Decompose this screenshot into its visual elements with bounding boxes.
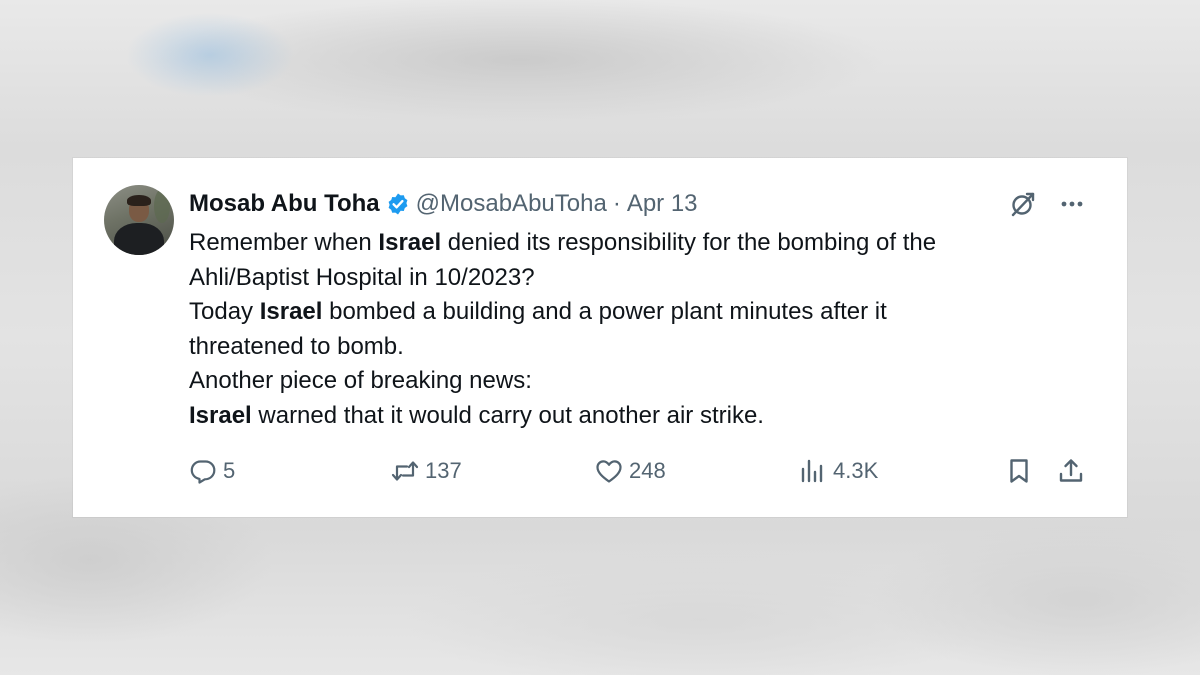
like-button[interactable]: 248 [595,454,666,488]
views-count: 4.3K [833,458,879,483]
repost-button[interactable]: 137 [391,454,462,488]
tweet-text-bold: Israel [378,229,442,256]
repost-count: 137 [425,458,462,483]
avatar-hair [127,195,151,206]
tweet-text-line: Another piece of breaking news: [189,364,1069,399]
tweet-text-bold: Israel [259,298,323,326]
tweet-card: Mosab Abu Toha @MosabAbuToha · Apr 13 Re… [73,158,1127,517]
tweet-text-segment: bombed a building and a power plant minu… [322,298,887,326]
views-icon [801,459,823,483]
tweet-header: Mosab Abu Toha @MosabAbuToha · Apr 13 [189,188,698,220]
tweet-text-bold: Israel [189,401,252,429]
tweet-date[interactable]: Apr 13 [627,188,698,220]
bookmark-icon[interactable] [1005,457,1033,485]
tweet-text-line: threatened to bomb. [189,330,1069,365]
heart-icon [596,460,622,483]
author-name[interactable]: Mosab Abu Toha [189,188,380,220]
tweet-text-segment: Today [189,298,260,326]
tweet-text: Remember when Israel denied its responsi… [189,226,1069,434]
reply-button[interactable]: 5 [189,454,235,488]
tweet-text-segment: Remember when [189,229,379,256]
views-button[interactable]: 4.3K [799,454,878,488]
author-handle[interactable]: @MosabAbuToha [416,188,607,220]
grok-icon[interactable] [1009,190,1037,218]
tweet-text-segment: denied its responsibility for the bombin… [441,229,937,256]
tweet-text-segment: Ahli/Baptist Hospital in 10/2023? [189,263,535,291]
more-icon[interactable] [1057,192,1087,216]
tweet-text-segment: warned that it would carry out another a… [251,401,764,429]
tweet-text-line: Ahli/Baptist Hospital in 10/2023? [189,261,1069,296]
tweet-actions: 5 137 248 4.3K [73,454,1127,488]
reply-count: 5 [223,458,236,483]
tweet-text-line: Israel warned that it would carry out an… [189,399,1069,434]
verified-badge-icon [388,193,408,215]
reply-icon [190,460,216,484]
tweet-text-segment: threatened to bomb. [189,332,404,360]
like-count: 248 [629,458,666,483]
avatar-body [114,223,164,255]
share-icon[interactable] [1057,457,1085,485]
header-separator: · [612,190,621,217]
tweet-text-line: Remember when Israel denied its responsi… [189,226,1069,261]
avatar[interactable] [104,185,174,255]
tweet-text-line: Today Israel bombed a building and a pow… [189,295,1069,330]
avatar-background-foliage [154,189,170,223]
repost-icon [391,461,419,481]
tweet-text-segment: Another piece of breaking news: [189,367,532,395]
